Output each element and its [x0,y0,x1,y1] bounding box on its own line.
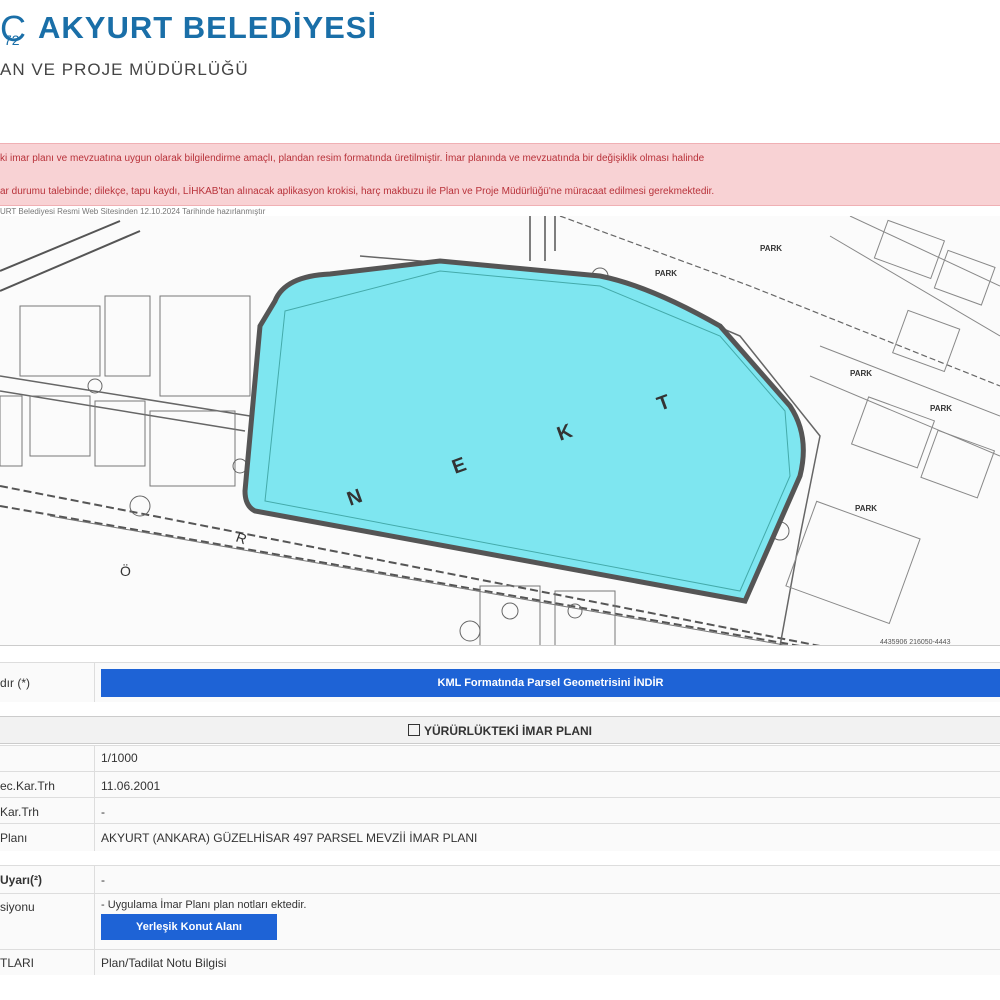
map-caption: URT Belediyesi Resmi Web Sitesinden 12.1… [0,207,266,216]
plan-row-label: Kar.Trh [0,805,39,819]
disclaimer-line-2: ar durumu talebinde; dilekçe, tapu kaydı… [0,186,715,197]
map-label-park-3: PARK [850,369,872,378]
row-divider [94,798,95,823]
disclaimer-banner: ki imar planı ve mevzuatına uygun olarak… [0,143,1000,206]
table-icon [408,724,420,736]
zoning-map[interactable]: N E K T PARK PARK PARK PARK PARK R Ö 443… [0,216,1000,646]
disclaimer-line-1: ki imar planı ve mevzuatına uygun olarak… [0,153,705,164]
warning-value: - [101,873,105,887]
municipality-title: AKYURT BELEDİYESİ [38,10,378,45]
row-divider [94,772,95,797]
row-divider [94,746,95,771]
plan-row-label: Planı [0,831,28,845]
map-coordinates: 4435906 216050-4443 [880,639,951,646]
plan-name-value: AKYURT (ANKARA) GÜZELHİSAR 497 PARSEL ME… [101,831,478,845]
map-label-park-4: PARK [855,504,877,513]
plan-scale-value: 1/1000 [101,751,138,765]
plan-row-label: ec.Kar.Trh [0,779,55,793]
row-divider [94,663,95,702]
logo-subscript: 72 [4,32,20,48]
row-divider [94,866,95,893]
department-title: AN VE PROJE MÜDÜRLÜĞÜ [0,60,249,79]
function-row: siyonu - Uygulama İmar Planı plan notlar… [0,893,1000,949]
download-kml-button[interactable]: KML Formatında Parsel Geometrisini İNDİR [101,669,1000,697]
notes-row: TLARI Plan/Tadilat Notu Bilgisi [0,949,1000,975]
kml-row-label: dır (*) [0,676,30,690]
notes-row-label: TLARI [0,956,35,970]
map-letter-o: Ö [120,562,131,579]
section-header: YÜRÜRLÜKTEKİ İMAR PLANI [0,716,1000,744]
function-row-label: siyonu [0,900,35,914]
approval-date-value: 11.06.2001 [101,779,161,793]
map-label-park-5: PARK [930,404,952,413]
plan-row-council-date: Kar.Trh - [0,797,1000,823]
council-date-value: - [101,805,105,819]
map-label-park-1: PARK [655,269,677,278]
row-divider [94,894,95,949]
kml-row: dır (*) KML Formatında Parsel Geometrisi… [0,662,1000,702]
page-header: C 72 AKYURT BELEDİYESİ AN VE PROJE MÜDÜR… [0,0,1000,140]
row-divider [94,950,95,975]
warning-row-label: Uyarı(²) [0,873,43,887]
plan-row-scale: 1/1000 [0,745,1000,771]
residential-area-button[interactable]: Yerleşik Konut Alanı [101,914,277,940]
plan-row-plan-name: Planı AKYURT (ANKARA) GÜZELHİSAR 497 PAR… [0,823,1000,851]
map-canvas[interactable]: N E K T PARK PARK PARK PARK PARK R Ö 443… [0,216,1000,646]
map-label-park-2: PARK [760,244,782,253]
plan-notes-link[interactable]: Plan/Tadilat Notu Bilgisi [101,956,226,970]
plan-row-approval-date: ec.Kar.Trh 11.06.2001 [0,771,1000,797]
section-title: YÜRÜRLÜKTEKİ İMAR PLANI [424,724,592,738]
row-divider [94,824,95,851]
plan-notes-text: - Uygulama İmar Planı plan notları ekted… [101,899,307,911]
warning-row: Uyarı(²) - [0,865,1000,893]
